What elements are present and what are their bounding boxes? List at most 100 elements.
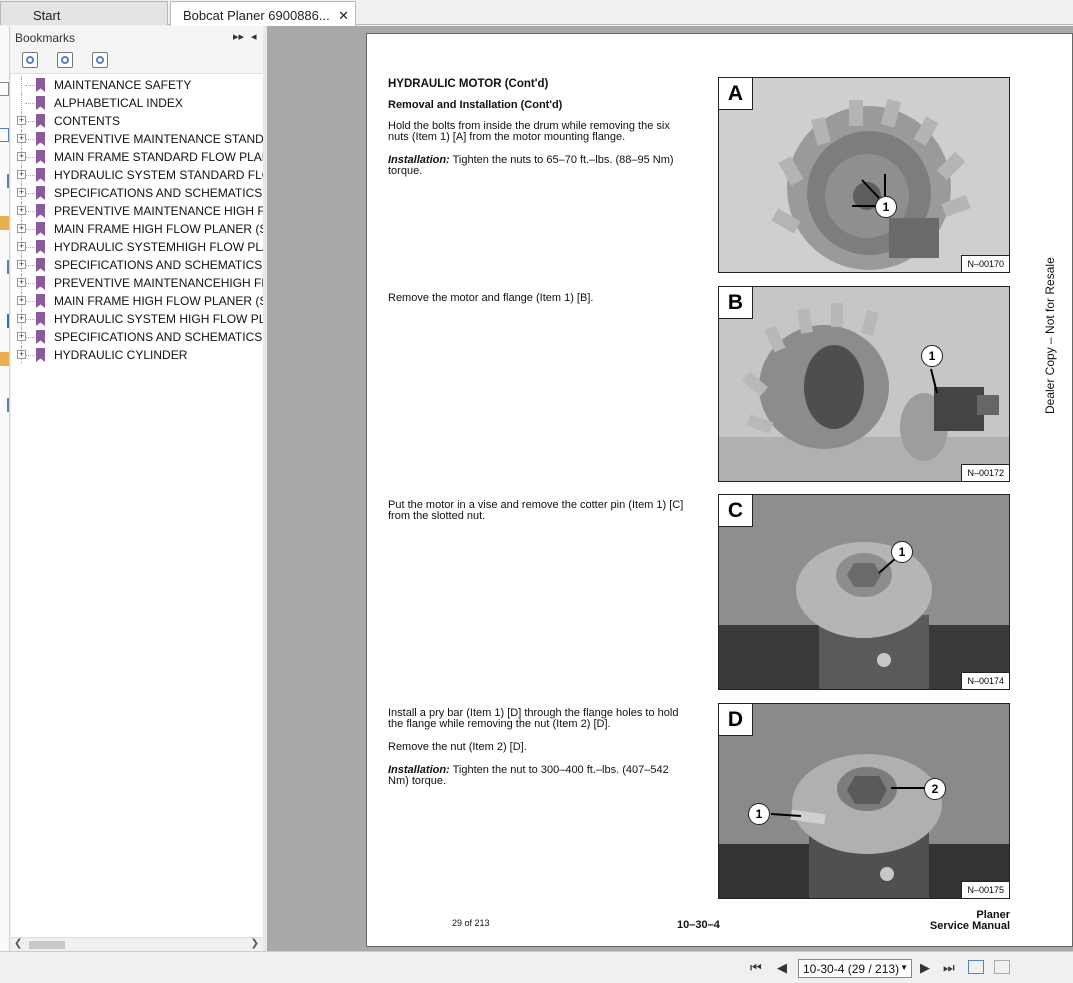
expand-bookmark-icon[interactable] bbox=[22, 52, 38, 68]
tree-line bbox=[25, 139, 35, 140]
page-number-value: 10-30-4 (29 / 213) bbox=[803, 962, 900, 976]
expand-icon[interactable]: + bbox=[17, 134, 26, 143]
last-page-icon[interactable]: ⏭ bbox=[943, 960, 955, 976]
bookmark-item[interactable]: + MAIN FRAME HIGH FLOW PLANER (S/ bbox=[11, 220, 263, 238]
search-icon[interactable] bbox=[0, 398, 9, 412]
page-number-field[interactable]: 10-30-4 (29 / 213) ▼ bbox=[798, 959, 912, 978]
tab-start-label: Start bbox=[33, 8, 61, 23]
tree-line bbox=[25, 211, 35, 212]
bookmark-tree: MAINTENANCE SAFETY ALPHABETICAL INDEX + CON… bbox=[11, 76, 263, 364]
scroll-thumb[interactable] bbox=[29, 941, 65, 949]
expand-icon[interactable]: + bbox=[17, 350, 26, 359]
expand-icon[interactable]: + bbox=[17, 224, 26, 233]
figure-d-photo bbox=[719, 704, 1009, 898]
collapse-bookmark-icon[interactable] bbox=[57, 52, 73, 68]
figure-a-callout-1: 1 bbox=[875, 196, 897, 218]
bookmark-item[interactable]: + SPECIFICATIONS AND SCHEMATICSHI bbox=[11, 328, 263, 346]
bookmark-item[interactable]: + HYDRAULIC CYLINDER bbox=[11, 346, 263, 364]
tree-line bbox=[25, 121, 35, 122]
bookmark-item[interactable]: + HYDRAULIC SYSTEM HIGH FLOW PLA bbox=[11, 310, 263, 328]
link-icon[interactable] bbox=[0, 260, 9, 274]
bookmark-icon bbox=[36, 294, 45, 308]
bookmark-label: MAIN FRAME HIGH FLOW PLANER (S/ bbox=[54, 222, 263, 236]
bookmark-item[interactable]: + MAIN FRAME HIGH FLOW PLANER (S/ bbox=[11, 292, 263, 310]
chevron-down-icon[interactable]: ▼ bbox=[900, 963, 908, 972]
bookmark-label: HYDRAULIC SYSTEM HIGH FLOW PLA bbox=[54, 312, 263, 326]
bookmark-item[interactable]: + HYDRAULIC SYSTEMHIGH FLOW PLAN bbox=[11, 238, 263, 256]
attachment-icon[interactable] bbox=[0, 216, 9, 230]
bookmark-item[interactable]: + CONTENTS bbox=[11, 112, 263, 130]
tab-start[interactable]: Start bbox=[0, 1, 168, 25]
expand-icon[interactable]: + bbox=[17, 296, 26, 305]
figure-b-code: N–00172 bbox=[961, 464, 1009, 481]
expand-panel-icon[interactable]: ▸▸ bbox=[233, 30, 244, 43]
footer-line-2: Service Manual bbox=[929, 920, 1010, 932]
page-code-footer: 10–30–4 bbox=[677, 919, 720, 931]
signature-icon[interactable] bbox=[0, 314, 9, 328]
tree-line bbox=[25, 85, 35, 86]
figure-a-letter: A bbox=[719, 78, 753, 110]
tab-document[interactable]: Bobcat Planer 6900886... ✕ bbox=[170, 1, 356, 26]
bookmarks-scrollbar[interactable]: ❮ ❯ bbox=[11, 937, 263, 951]
bookmarks-panel: Bookmarks ▸▸ ◂ MAINTENANCE SAFETY ALPHABE… bbox=[11, 26, 263, 951]
go-forward-view-icon[interactable] bbox=[994, 960, 1010, 974]
expand-icon[interactable]: + bbox=[17, 242, 26, 251]
tree-line bbox=[25, 283, 35, 284]
bookmark-icon bbox=[36, 150, 45, 164]
step-d-remove-text: Remove the nut (Item 2) [D]. bbox=[388, 741, 527, 753]
scroll-right-icon[interactable]: ❯ bbox=[251, 938, 259, 949]
bookmark-icon bbox=[36, 258, 45, 272]
bookmark-item[interactable]: MAINTENANCE SAFETY bbox=[11, 76, 263, 94]
bookmark-icon bbox=[36, 276, 45, 290]
bookmark-icon bbox=[36, 330, 45, 344]
expand-icon[interactable]: + bbox=[17, 170, 26, 179]
bookmark-label: MAIN FRAME STANDARD FLOW PLAN bbox=[54, 150, 263, 164]
expand-icon[interactable]: + bbox=[17, 152, 26, 161]
go-back-view-icon[interactable] bbox=[968, 960, 984, 974]
tab-bar: Start Bobcat Planer 6900886... ✕ bbox=[0, 0, 1073, 26]
thumbnail-icon[interactable] bbox=[0, 128, 9, 142]
bookmark-icon bbox=[36, 240, 45, 254]
bookmark-item[interactable]: + HYDRAULIC SYSTEM STANDARD FLOV bbox=[11, 166, 263, 184]
expand-icon[interactable]: + bbox=[17, 278, 26, 287]
bookmark-item[interactable]: ALPHABETICAL INDEX bbox=[11, 94, 263, 112]
bookmark-label: ALPHABETICAL INDEX bbox=[54, 96, 183, 110]
tree-line bbox=[25, 301, 35, 302]
page-icon[interactable] bbox=[0, 82, 9, 96]
tree-line bbox=[25, 175, 35, 176]
bookmark-item[interactable]: + PREVENTIVE MAINTENANCE STANDA bbox=[11, 130, 263, 148]
bookmark-item[interactable]: + SPECIFICATIONS AND SCHEMATICS S bbox=[11, 184, 263, 202]
scroll-left-icon[interactable]: ❮ bbox=[14, 938, 22, 949]
expand-icon[interactable]: + bbox=[17, 314, 26, 323]
step-d-text: Install a pry bar (Item 1) [D] through t… bbox=[388, 707, 679, 730]
expand-icon[interactable]: + bbox=[17, 188, 26, 197]
layers-icon[interactable] bbox=[0, 174, 9, 188]
bookmark-icon bbox=[36, 96, 45, 110]
dealer-copy-watermark: Dealer Copy – Not for Resale bbox=[1043, 257, 1057, 414]
first-page-icon[interactable]: ⏮ bbox=[750, 960, 762, 976]
bookmark-icon bbox=[36, 222, 45, 236]
bookmark-item[interactable]: + MAIN FRAME STANDARD FLOW PLAN bbox=[11, 148, 263, 166]
previous-page-icon[interactable]: ◀ bbox=[777, 960, 787, 976]
find-bookmark-icon[interactable] bbox=[92, 52, 108, 68]
expand-icon[interactable]: + bbox=[17, 260, 26, 269]
close-tab-icon[interactable]: ✕ bbox=[338, 8, 349, 24]
figure-a-photo bbox=[719, 78, 1009, 272]
bookmark-item[interactable]: + PREVENTIVE MAINTENANCEHIGH FLO bbox=[11, 274, 263, 292]
lock-icon[interactable] bbox=[0, 352, 9, 366]
bookmark-item[interactable]: + SPECIFICATIONS AND SCHEMATICSHI bbox=[11, 256, 263, 274]
document-area: HYDRAULIC MOTOR (Cont'd) Removal and Ins… bbox=[267, 26, 1073, 951]
bookmark-icon bbox=[36, 78, 45, 92]
tree-line bbox=[25, 319, 35, 320]
expand-icon[interactable]: + bbox=[17, 206, 26, 215]
next-page-icon[interactable]: ▶ bbox=[920, 960, 930, 976]
installation-d: Installation: Tighten the nut to 300–400… bbox=[388, 765, 688, 787]
bookmark-icon bbox=[36, 168, 45, 182]
expand-icon[interactable]: + bbox=[17, 116, 26, 125]
bookmark-item[interactable]: + PREVENTIVE MAINTENANCE HIGH FLO bbox=[11, 202, 263, 220]
collapse-panel-icon[interactable]: ◂ bbox=[251, 30, 257, 43]
figure-c-code: N–00174 bbox=[961, 672, 1009, 689]
tree-line bbox=[25, 355, 35, 356]
expand-icon[interactable]: + bbox=[17, 332, 26, 341]
figure-b-photo bbox=[719, 287, 1009, 481]
